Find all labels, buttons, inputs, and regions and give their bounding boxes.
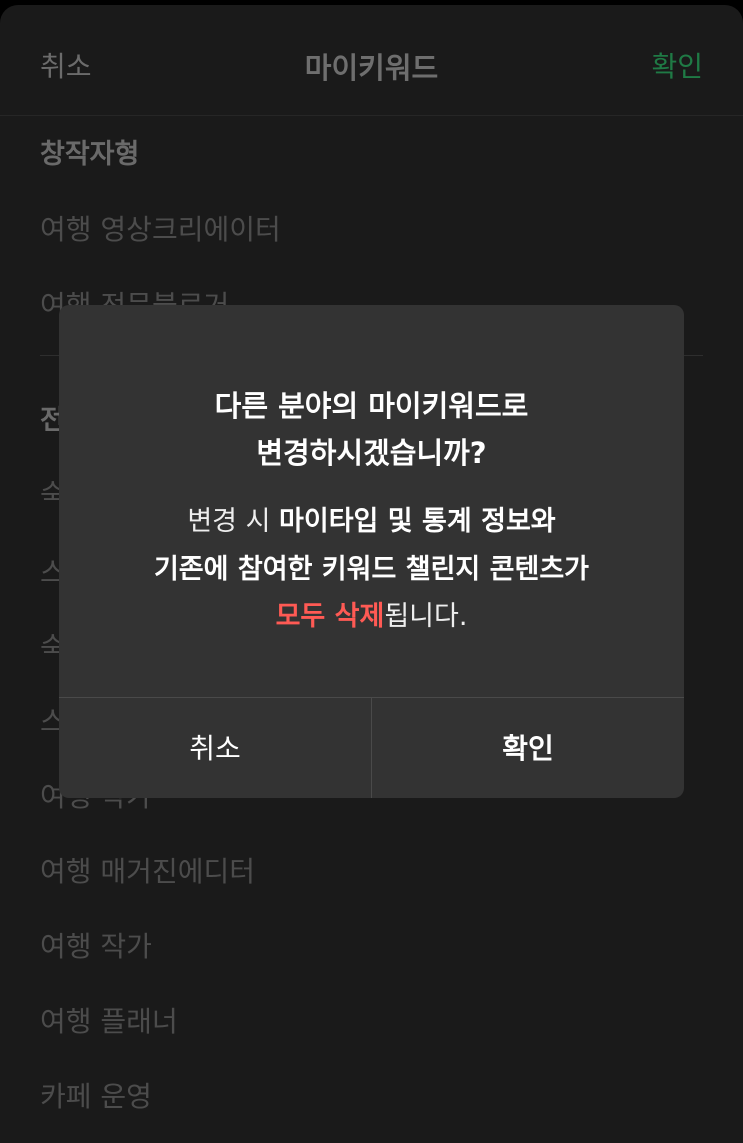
page-title: 마이키워드	[304, 51, 439, 85]
dialog-body-emphasis: 마이타입 및 통계 정보와	[279, 506, 556, 537]
dialog-confirm-button[interactable]: 확인	[372, 698, 684, 798]
dialog-body-line3: 모두 삭제됩니다.	[59, 594, 684, 633]
dialog-body-line1: 변경 시 마이타입 및 통계 정보와	[59, 499, 684, 538]
dialog-button-bar: 취소 확인	[59, 697, 684, 798]
dialog-delete-warning: 모두 삭제	[275, 601, 385, 632]
list-item[interactable]: 여행 작가	[40, 925, 152, 965]
header: 취소 마이키워드 확인	[0, 5, 743, 116]
list-item[interactable]: 여행 플래너	[40, 1000, 178, 1040]
header-confirm-button[interactable]: 확인	[651, 45, 703, 85]
dialog-cancel-button[interactable]: 취소	[59, 698, 371, 798]
dialog-body-emphasis: 기존에 참여한 키워드 챌린지 콘텐츠가	[153, 554, 590, 585]
dialog-body-text: 됩니다.	[384, 601, 468, 632]
dialog-body-text: 변경 시	[187, 506, 280, 537]
list-item[interactable]: 여행 매거진에디터	[40, 850, 255, 890]
section-title-creator: 창작자형	[40, 139, 140, 170]
list-item[interactable]: 여행 영상크리에이터	[40, 208, 281, 248]
dialog-title-line2: 변경하시겠습니까?	[256, 436, 487, 470]
dialog-title-line1: 다른 분야의 마이키워드로	[214, 389, 529, 423]
dialog-body-line2: 기존에 참여한 키워드 챌린지 콘텐츠가	[59, 547, 684, 586]
confirm-dialog: 다른 분야의 마이키워드로 변경하시겠습니까? 변경 시 마이타입 및 통계 정…	[59, 305, 684, 798]
list-item[interactable]: 카페 운영	[40, 1075, 152, 1115]
